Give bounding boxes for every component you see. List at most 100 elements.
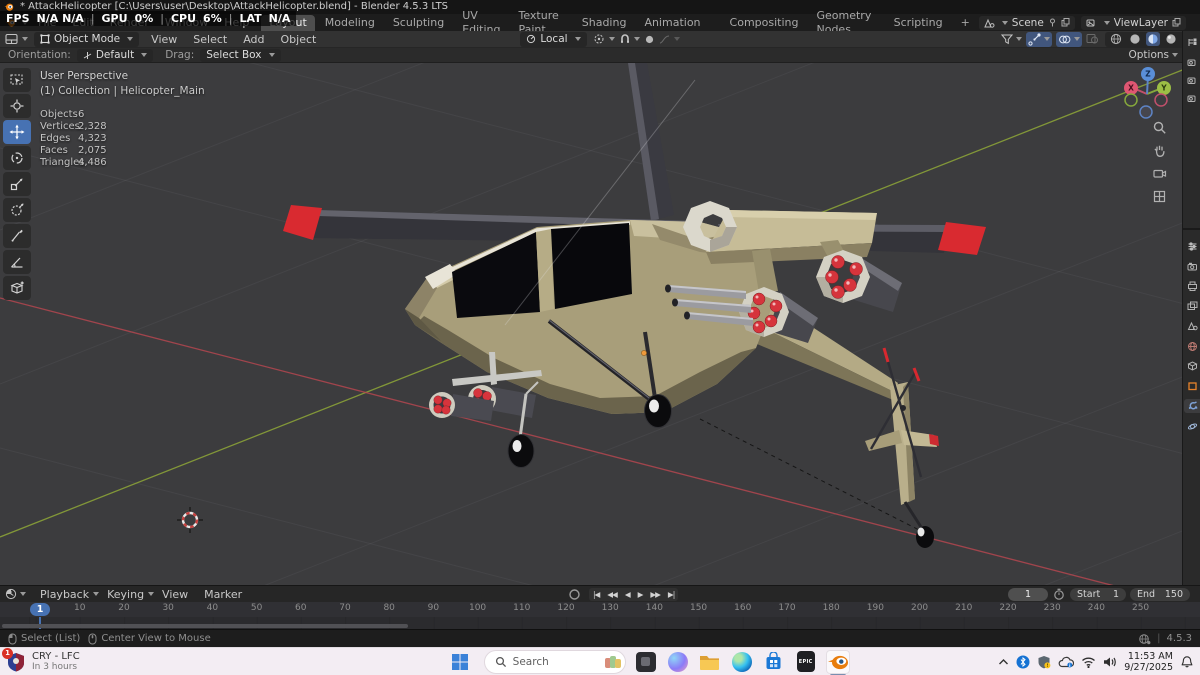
timeline-tick[interactable]: 100 bbox=[466, 603, 490, 613]
timeline-tick[interactable]: 250 bbox=[1129, 603, 1153, 613]
toggle-ortho-icon[interactable] bbox=[1150, 187, 1168, 205]
menu-object[interactable]: Object bbox=[273, 31, 325, 48]
tool-cursor[interactable] bbox=[3, 94, 31, 118]
timeline-ruler[interactable]: 1 10 20 30 40 50 60 70 80 90 100 110 120 130 140 150 16… bbox=[0, 602, 1200, 617]
search-box[interactable]: Search bbox=[483, 649, 626, 674]
tab-scene-properties[interactable] bbox=[1185, 319, 1199, 333]
timeline-scrollbar[interactable] bbox=[2, 624, 408, 628]
timeline-tick[interactable]: 170 bbox=[775, 603, 799, 613]
timeline-tick[interactable]: 80 bbox=[377, 603, 401, 613]
pin-icon[interactable] bbox=[1048, 18, 1057, 27]
add-workspace-button[interactable]: + bbox=[953, 15, 978, 31]
properties-editor-icon[interactable] bbox=[1185, 239, 1199, 253]
network-status-icon[interactable] bbox=[1138, 633, 1151, 645]
taskbar-app-store[interactable] bbox=[762, 650, 786, 674]
taskbar-clock[interactable]: 11:53 AM 9/27/2025 bbox=[1124, 651, 1173, 673]
tool-select-box[interactable] bbox=[3, 68, 31, 92]
pivot-point-button[interactable] bbox=[593, 33, 615, 45]
shading-solid-icon[interactable] bbox=[1129, 33, 1141, 45]
proportional-falloff-button[interactable] bbox=[659, 34, 680, 45]
notification-bell-icon[interactable] bbox=[1180, 655, 1194, 669]
outliner-object-camera-icon[interactable] bbox=[1185, 73, 1199, 87]
shading-material-icon[interactable] bbox=[1147, 33, 1159, 45]
outliner-object-camera-icon[interactable] bbox=[1185, 91, 1199, 105]
transform-orientation-selector[interactable]: Local bbox=[520, 31, 587, 47]
timeline-tick[interactable]: 40 bbox=[200, 603, 224, 613]
taskbar-app-blender[interactable] bbox=[825, 649, 850, 675]
new-scene-icon[interactable] bbox=[1061, 18, 1070, 27]
tab-scripting[interactable]: Scripting bbox=[886, 15, 951, 31]
timeline-tick[interactable]: 110 bbox=[510, 603, 534, 613]
wifi-icon[interactable] bbox=[1081, 656, 1096, 668]
helicopter-model[interactable] bbox=[283, 63, 986, 548]
view-layer-selector[interactable]: ViewLayer bbox=[1080, 15, 1186, 30]
frame-end-field[interactable]: End 150 bbox=[1130, 587, 1190, 601]
pan-icon[interactable] bbox=[1150, 141, 1168, 159]
taskbar-app-dark[interactable] bbox=[634, 650, 658, 674]
tab-view-layer-properties[interactable] bbox=[1185, 299, 1199, 313]
tool-add-cube[interactable] bbox=[3, 276, 31, 300]
timeline-tick[interactable]: 70 bbox=[333, 603, 357, 613]
timeline-tick[interactable]: 240 bbox=[1084, 603, 1108, 613]
tool-rotate[interactable] bbox=[3, 146, 31, 170]
security-shield-icon[interactable]: ! bbox=[1037, 655, 1051, 669]
taskbar-app-edge[interactable] bbox=[730, 650, 754, 674]
taskbar-app-copilot[interactable] bbox=[666, 650, 690, 674]
timeline-tick[interactable]: 120 bbox=[554, 603, 578, 613]
snap-button[interactable] bbox=[619, 33, 640, 45]
start-button[interactable] bbox=[448, 650, 472, 674]
tab-modifier-properties[interactable] bbox=[1184, 399, 1200, 413]
drag-setting-dropdown[interactable]: Select Box bbox=[200, 48, 281, 62]
timeline-tick[interactable]: 60 bbox=[289, 603, 313, 613]
timeline-editor-type-button[interactable] bbox=[5, 588, 26, 600]
gizmo-neg-x-ball[interactable] bbox=[1154, 93, 1168, 107]
timeline-tick[interactable]: 180 bbox=[819, 603, 843, 613]
tab-modeling[interactable]: Modeling bbox=[317, 15, 383, 31]
play-reverse-button[interactable]: ◀ bbox=[621, 590, 634, 599]
timeline-tick[interactable]: 150 bbox=[687, 603, 711, 613]
timeline-tick[interactable]: 200 bbox=[908, 603, 932, 613]
gizmos-button[interactable] bbox=[1026, 31, 1052, 47]
timeline-tick[interactable]: 20 bbox=[112, 603, 136, 613]
overlays-button[interactable] bbox=[1056, 31, 1082, 47]
frame-start-field[interactable]: Start 1 bbox=[1070, 587, 1126, 601]
jump-to-end-button[interactable]: ▶| bbox=[664, 590, 678, 599]
gizmo-neg-z-ball[interactable] bbox=[1139, 105, 1153, 119]
tab-world-properties[interactable] bbox=[1185, 339, 1199, 353]
tab-sculpting[interactable]: Sculpting bbox=[385, 15, 452, 31]
mode-selector[interactable]: Object Mode bbox=[34, 31, 140, 47]
auto-keying-record-icon[interactable] bbox=[568, 588, 581, 601]
timeline-tick[interactable]: 30 bbox=[156, 603, 180, 613]
timeline-menu-view[interactable]: View bbox=[154, 586, 196, 603]
new-view-layer-icon[interactable] bbox=[1172, 18, 1181, 27]
stopwatch-icon[interactable] bbox=[1053, 588, 1065, 601]
tab-animation[interactable]: Animation bbox=[636, 15, 708, 31]
menu-view[interactable]: View bbox=[143, 31, 185, 48]
options-button[interactable]: Options bbox=[1128, 49, 1178, 61]
filter-button[interactable] bbox=[1001, 33, 1022, 45]
volume-icon[interactable] bbox=[1103, 656, 1117, 668]
tab-compositing[interactable]: Compositing bbox=[722, 15, 807, 31]
taskbar-app-epic[interactable]: EPIC bbox=[794, 650, 818, 674]
prev-keyframe-button[interactable]: ◀◀ bbox=[603, 590, 621, 599]
taskbar-app-file-explorer[interactable] bbox=[698, 650, 722, 674]
timeline-tick[interactable]: 220 bbox=[996, 603, 1020, 613]
tray-chevron-icon[interactable] bbox=[998, 658, 1009, 666]
shading-rendered-icon[interactable] bbox=[1165, 33, 1177, 45]
timeline-tick[interactable]: 190 bbox=[863, 603, 887, 613]
scene-selector[interactable]: Scene bbox=[978, 15, 1075, 30]
camera-view-icon[interactable] bbox=[1150, 164, 1168, 182]
outliner-editor-icon[interactable] bbox=[1185, 35, 1199, 49]
current-frame-field[interactable]: 1 bbox=[1008, 587, 1048, 601]
tab-output-properties[interactable] bbox=[1185, 279, 1199, 293]
timeline-tick[interactable]: 90 bbox=[421, 603, 445, 613]
tab-render-properties[interactable] bbox=[1185, 259, 1199, 273]
gizmo-neg-y-ball[interactable] bbox=[1124, 93, 1138, 107]
tool-annotate[interactable] bbox=[3, 224, 31, 248]
timeline-tick[interactable]: 160 bbox=[731, 603, 755, 613]
tab-collection-properties[interactable] bbox=[1185, 359, 1199, 373]
xray-button[interactable] bbox=[1086, 33, 1099, 45]
menu-select[interactable]: Select bbox=[185, 31, 235, 48]
tab-object-properties[interactable] bbox=[1185, 379, 1199, 393]
timeline-tick[interactable]: 50 bbox=[245, 603, 269, 613]
